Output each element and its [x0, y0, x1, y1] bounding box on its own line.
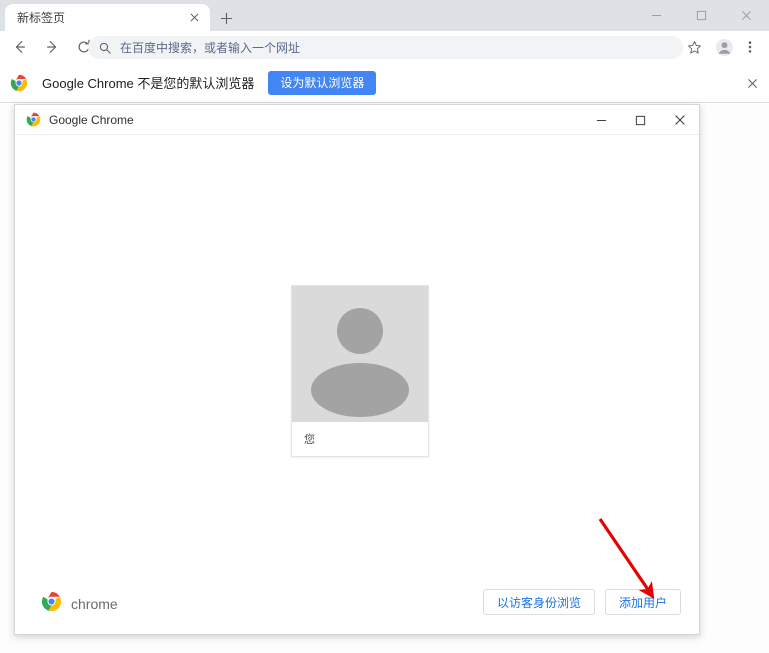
profile-picker-dialog: Google Chrome 您 chrome 以访客身份浏览 添加用户	[14, 104, 700, 635]
browser-tab[interactable]: 新标签页	[5, 4, 210, 31]
default-browser-infobar: Google Chrome 不是您的默认浏览器 设为默认浏览器	[0, 63, 769, 103]
dialog-maximize-icon[interactable]	[621, 105, 660, 135]
dialog-body: 您 chrome 以访客身份浏览 添加用户	[15, 135, 699, 635]
infobar-message: Google Chrome 不是您的默认浏览器	[42, 76, 255, 91]
back-button[interactable]	[6, 33, 34, 61]
three-dots-menu-icon[interactable]	[739, 36, 761, 58]
chrome-logo-icon	[10, 74, 28, 92]
bookmark-star-icon[interactable]	[683, 36, 705, 58]
dialog-footer-buttons: 以访客身份浏览 添加用户	[482, 589, 681, 615]
dialog-title-bar: Google Chrome	[15, 105, 699, 135]
maximize-icon[interactable]	[679, 0, 724, 31]
chrome-brand-text: chrome	[71, 596, 118, 612]
avatar-body	[311, 363, 409, 417]
browser-toolbar: 在百度中搜索，或者输入一个网址	[0, 31, 769, 63]
profile-name: 您	[304, 434, 315, 446]
address-bar-placeholder: 在百度中搜索，或者输入一个网址	[120, 41, 301, 55]
avatar-head	[337, 308, 383, 354]
profile-card[interactable]: 您	[291, 285, 429, 457]
tab-title: 新标签页	[17, 11, 66, 25]
dialog-footer: chrome 以访客身份浏览 添加用户	[15, 571, 699, 635]
dialog-window-controls	[582, 105, 699, 135]
dialog-minimize-icon[interactable]	[582, 105, 621, 135]
tab-close-icon[interactable]	[186, 10, 202, 26]
profile-name-bar: 您	[292, 422, 428, 456]
profile-avatar-icon[interactable]	[713, 36, 735, 58]
set-default-browser-button[interactable]: 设为默认浏览器	[268, 70, 377, 95]
chrome-logo-icon	[41, 591, 62, 617]
address-bar[interactable]: 在百度中搜索，或者输入一个网址	[88, 36, 683, 59]
add-person-button[interactable]: 添加用户	[604, 589, 681, 615]
search-icon	[98, 41, 112, 55]
browser-window: 新标签页 在百度中搜索，或者输入一个网址 Google Chrome 不是您的默…	[0, 0, 769, 653]
browse-as-guest-button[interactable]: 以访客身份浏览	[482, 589, 595, 615]
chrome-logo-icon	[26, 112, 41, 127]
infobar-close-icon[interactable]	[743, 74, 761, 92]
dialog-title: Google Chrome	[49, 112, 134, 127]
forward-button[interactable]	[38, 33, 66, 61]
chrome-brand: chrome	[41, 591, 118, 617]
browser-window-controls	[634, 0, 769, 31]
tab-strip: 新标签页	[0, 0, 769, 31]
person-avatar-icon	[292, 286, 428, 422]
new-tab-button[interactable]	[216, 8, 236, 28]
close-icon[interactable]	[724, 0, 769, 31]
dialog-close-icon[interactable]	[660, 105, 699, 135]
minimize-icon[interactable]	[634, 0, 679, 31]
